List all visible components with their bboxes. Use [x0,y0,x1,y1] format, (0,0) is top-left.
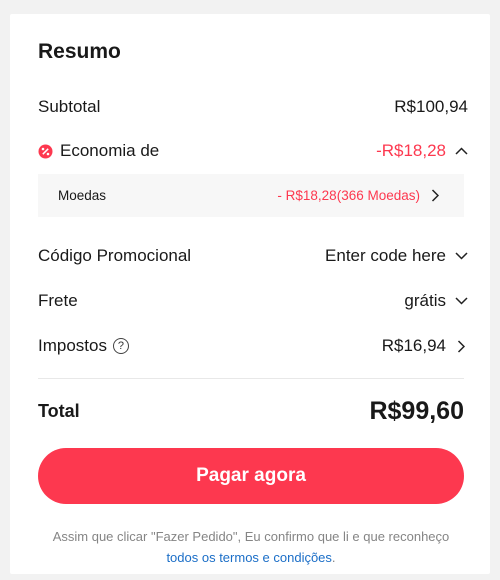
shipping-value: grátis [404,291,446,310]
promo-code-row[interactable]: Código Promocional Enter code here [38,243,468,269]
chevron-down-icon[interactable] [454,294,468,308]
help-icon[interactable]: ? [112,338,129,354]
taxes-row[interactable]: Impostos ? R$16,94 [38,333,468,359]
promo-code-input[interactable]: Enter code here [325,246,446,266]
chevron-right-icon[interactable] [428,189,442,203]
pay-now-button[interactable]: Pagar agora [38,448,464,504]
divider [38,378,464,379]
disclaimer-text: Assim que clicar "Fazer Pedido", Eu conf… [52,529,450,544]
coins-row[interactable]: Moedas - R$18,28(366 Moedas) [38,174,464,217]
taxes-value: R$16,94 [381,336,446,355]
total-label: Total [38,400,80,421]
promo-code-label: Código Promocional [38,246,192,265]
chevron-right-icon[interactable] [454,339,468,353]
coins-label: Moedas [58,188,107,203]
subtotal-label: Subtotal [38,97,101,116]
shipping-row[interactable]: Frete grátis [38,288,468,314]
total-row: Total R$99,60 [38,394,464,428]
subtotal-row: Subtotal R$100,94 [38,94,468,120]
disclaimer-suffix: . [331,550,336,565]
chevron-down-icon[interactable] [454,249,468,263]
shipping-label: Frete [38,291,78,310]
summary-title: Resumo [38,40,121,63]
savings-label: Economia de [60,141,160,160]
chevron-up-icon[interactable] [454,144,468,158]
savings-value: -R$18,28 [376,141,446,160]
terms-disclaimer: Assim que clicar "Fazer Pedido", Eu conf… [38,526,464,568]
savings-row[interactable]: Economia de -R$18,28 [38,138,468,164]
coins-value: - R$18,28(366 Moedas) [277,188,420,203]
subtotal-value: R$100,94 [394,97,468,116]
discount-badge-icon [38,144,53,159]
terms-link[interactable]: todos os termos e condições [166,550,331,565]
total-value: R$99,60 [369,396,464,425]
taxes-label: Impostos [38,336,107,355]
order-summary-card: Resumo Subtotal R$100,94 Economia de -R$… [10,14,490,574]
